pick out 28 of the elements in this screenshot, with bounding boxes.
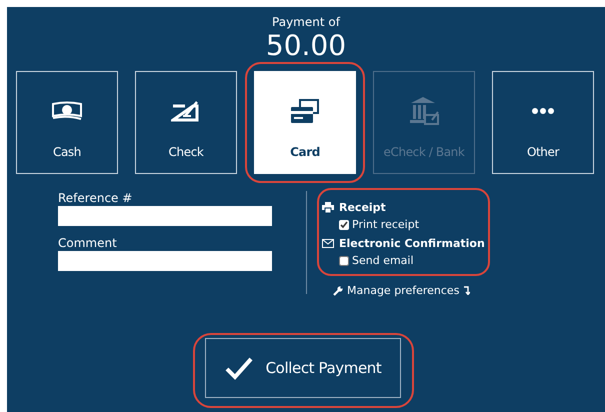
field-label: Reference #	[58, 191, 134, 205]
field-label: Comment	[58, 236, 118, 250]
section-title: Receipt	[339, 200, 386, 214]
payment-method-tile[interactable]: Other	[492, 71, 594, 174]
checkbox-option[interactable]: Send email	[339, 254, 414, 267]
wrench-icon	[333, 286, 343, 296]
input-field[interactable]	[58, 206, 272, 226]
checkbox[interactable]	[339, 256, 349, 266]
return-arrow-icon	[463, 286, 470, 295]
checkbox-option[interactable]: Print receipt	[339, 218, 420, 231]
payment-method-tile[interactable]: Card	[254, 71, 356, 174]
payment-label: Payment of	[272, 15, 340, 29]
payment-amount: 50.00	[266, 30, 346, 62]
bank-icon	[408, 95, 440, 127]
mail-icon	[322, 238, 334, 248]
checkmark-icon	[224, 356, 254, 380]
collect-payment-button[interactable]: Collect Payment	[204, 338, 400, 398]
payment-method-tile[interactable]: Check	[135, 71, 237, 174]
more-icon	[532, 108, 554, 114]
checkbox[interactable]	[339, 220, 349, 230]
cash-icon	[50, 101, 84, 121]
check-icon	[171, 100, 201, 122]
section-title: Electronic Confirmation	[339, 236, 485, 250]
payment-method-tile[interactable]: Cash	[16, 71, 118, 174]
manage-preferences-link[interactable]: Manage preferences	[333, 284, 488, 297]
card-icon	[290, 98, 320, 124]
printer-icon	[322, 202, 334, 212]
input-field[interactable]	[58, 251, 272, 271]
